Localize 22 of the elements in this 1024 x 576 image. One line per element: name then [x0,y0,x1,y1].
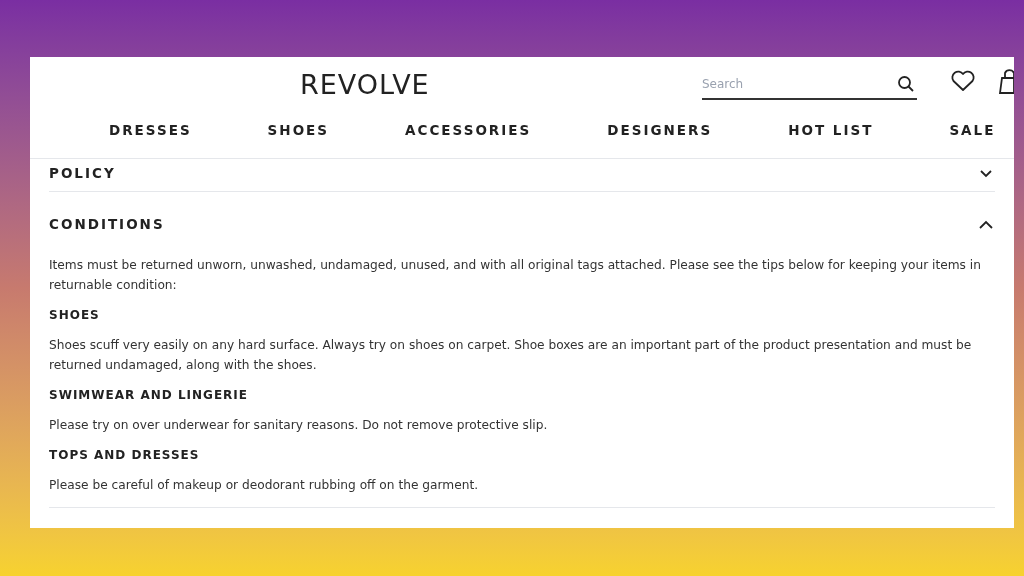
nav-link[interactable]: SHOES [267,120,330,141]
heart-icon[interactable] [950,70,976,92]
paragraph: Please try on over underwear for sanitary reasons. Do not remove protective slip. [49,416,549,434]
nav-link[interactable]: ACCESSORIES [405,120,532,141]
nav-link[interactable]: SALE [949,120,996,141]
accordion-header[interactable]: CONDITIONS [49,214,995,235]
paragraph: Items must be returned unworn, unwashed, undamaged, unused, and with all original tags attached. Please see the tips below for keeping your items in returnable condition: [49,256,982,294]
paragraph: Please be careful of makeup or deodorant rubbing off on the garment. [49,476,480,494]
subheading: SWIMWEAR AND LINGERIE [49,386,249,404]
accordion-header[interactable]: POLICY [49,163,995,184]
nav-link[interactable]: DESIGNERS [607,120,713,141]
chevron-up-icon [979,219,993,229]
subheading: SHOES [49,306,101,324]
nav-link[interactable]: DRESSES [109,120,192,141]
chevron-down-icon [979,168,993,178]
paragraph: Shoes scuff very easily on any hard surface. Always try on shoes on carpet. Shoe boxes are an important part of the product presentation and must be returned undamaged, along with the shoes. [49,336,973,374]
logo[interactable]: REVOLVE [300,65,430,106]
search-icon[interactable] [897,75,915,93]
subheading: TOPS AND DRESSES [49,446,201,464]
search-field[interactable]: Search [702,70,917,100]
shopping-bag-icon[interactable] [998,67,1014,95]
nav-link[interactable]: HOT LIST [788,120,874,141]
